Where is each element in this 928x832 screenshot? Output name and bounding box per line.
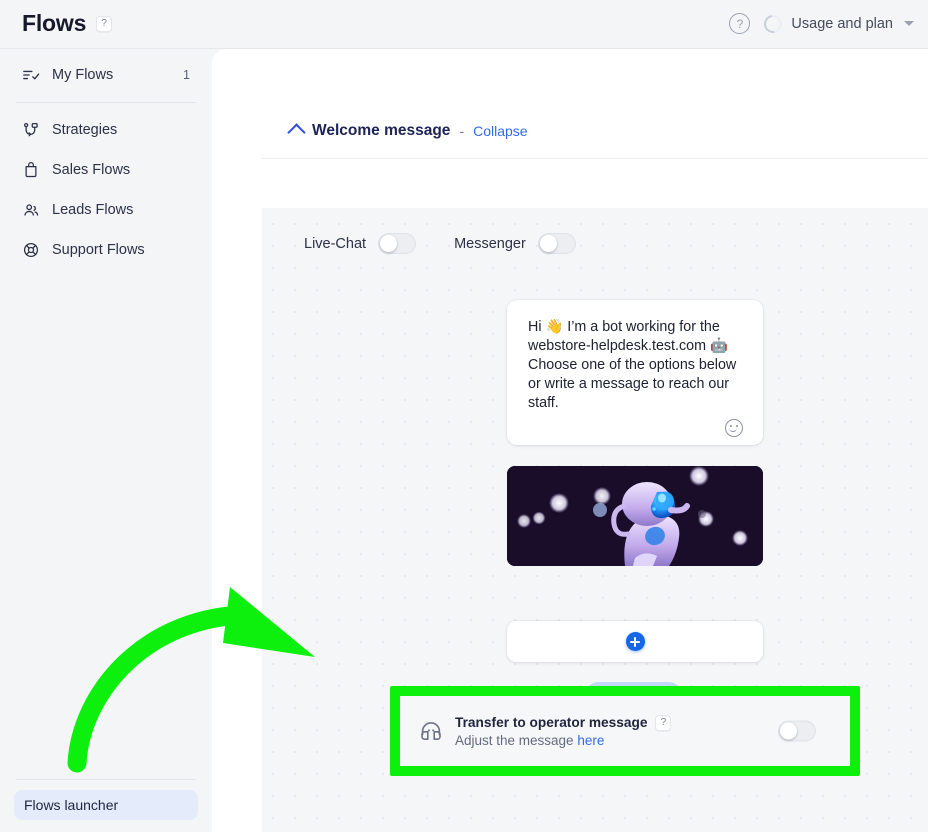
channel-toggles: Live-Chat Messenger: [304, 233, 576, 254]
robot-image: [507, 466, 763, 566]
welcome-message-card: Welcome message - Collapse: [262, 103, 928, 208]
usage-and-plan-label: Usage and plan: [791, 15, 893, 32]
transfer-help-badge[interactable]: ?: [655, 714, 672, 731]
sidebar-item-sales-flows[interactable]: Sales Flows: [14, 153, 198, 187]
transfer-subtitle: Adjust the message here: [455, 733, 671, 748]
app-help-badge[interactable]: ?: [96, 15, 113, 32]
plus-circle-icon: [625, 632, 645, 651]
sidebar-footer: Flows launcher: [0, 779, 212, 832]
page-title: Flows: [22, 10, 87, 36]
toggle-knob: [780, 722, 797, 740]
sidebar-item-label: Support Flows: [52, 242, 145, 258]
sidebar-item-flows-launcher[interactable]: Flows launcher: [14, 790, 198, 820]
transfer-to-operator-row[interactable]: Transfer to operator message ? Adjust th…: [400, 696, 850, 766]
transfer-text-block: Transfer to operator message ? Adjust th…: [455, 714, 672, 748]
welcome-message-header: Welcome message - Collapse: [262, 103, 928, 159]
title-separator: -: [459, 122, 465, 139]
app-root: Flows ? ? Usage and plan My Flows 1 Stra…: [0, 0, 928, 832]
messenger-toggle[interactable]: [537, 233, 576, 254]
live-chat-toggle[interactable]: [378, 233, 417, 254]
question-circle-icon[interactable]: ?: [729, 13, 751, 34]
sidebar-item-leads-flows[interactable]: Leads Flows: [14, 193, 198, 227]
bot-message-text: Hi 👋 I’m a bot working for the webstore-…: [528, 319, 741, 411]
smiley-icon: [725, 419, 743, 437]
sidebar-item-strategies[interactable]: Strategies: [14, 113, 198, 147]
ring-progress-icon: [760, 10, 786, 37]
operator-headset-icon: [421, 722, 441, 740]
transfer-subtitle-link[interactable]: here: [577, 733, 604, 748]
sidebar-item-my-flows[interactable]: My Flows 1: [14, 58, 198, 92]
welcome-message-body: [262, 159, 928, 208]
usage-and-plan-button[interactable]: Usage and plan: [760, 10, 914, 37]
messenger-label: Messenger: [454, 235, 526, 252]
transfer-title-row: Transfer to operator message ?: [455, 714, 672, 731]
add-block-button[interactable]: [507, 621, 763, 662]
sidebar-divider: [16, 102, 196, 103]
transfer-title: Transfer to operator message: [455, 715, 648, 730]
bot-message-bubble[interactable]: Hi 👋 I’m a bot working for the webstore-…: [507, 300, 763, 445]
toggle-knob: [380, 235, 398, 252]
toggle-knob: [539, 235, 557, 252]
transfer-subtitle-prefix: Adjust the message: [455, 732, 578, 748]
chevron-up-icon[interactable]: [287, 123, 306, 142]
sidebar-item-label: My Flows: [52, 67, 114, 83]
media-preview-card[interactable]: [507, 466, 763, 566]
bag-icon: [25, 162, 37, 178]
sidebar: My Flows 1 Strategies Sales Flows Leads …: [0, 49, 212, 832]
flows-launcher-label: Flows launcher: [24, 797, 119, 813]
my-flows-count: 1: [183, 68, 190, 82]
emoji-picker-button[interactable]: [528, 419, 743, 437]
channel-live-chat: Live-Chat: [304, 233, 417, 254]
live-chat-label: Live-Chat: [304, 235, 367, 252]
sidebar-item-label: Sales Flows: [52, 162, 131, 178]
sidebar-item-support-flows[interactable]: Support Flows: [14, 233, 198, 267]
top-bar-actions: ? Usage and plan: [729, 10, 914, 37]
channel-messenger: Messenger: [454, 233, 576, 254]
transfer-to-operator-highlight: Transfer to operator message ? Adjust th…: [390, 686, 860, 776]
top-bar: Flows ? ? Usage and plan: [0, 0, 928, 49]
brand: Flows ?: [22, 10, 113, 37]
sidebar-item-label: Leads Flows: [52, 202, 134, 218]
collapse-link[interactable]: Collapse: [473, 123, 527, 139]
lifebuoy-icon: [23, 242, 39, 258]
transfer-to-operator-toggle[interactable]: [778, 720, 816, 742]
users-icon: [24, 204, 39, 216]
strategy-node-icon: [23, 122, 38, 137]
sidebar-nav-group: Strategies Sales Flows Leads Flows Suppo…: [0, 113, 212, 267]
list-check-icon: [23, 70, 40, 80]
welcome-message-title: Welcome message: [312, 121, 451, 139]
sidebar-footer-divider: [16, 779, 196, 780]
chevron-down-icon: [904, 21, 914, 26]
sidebar-item-label: Strategies: [52, 122, 118, 138]
